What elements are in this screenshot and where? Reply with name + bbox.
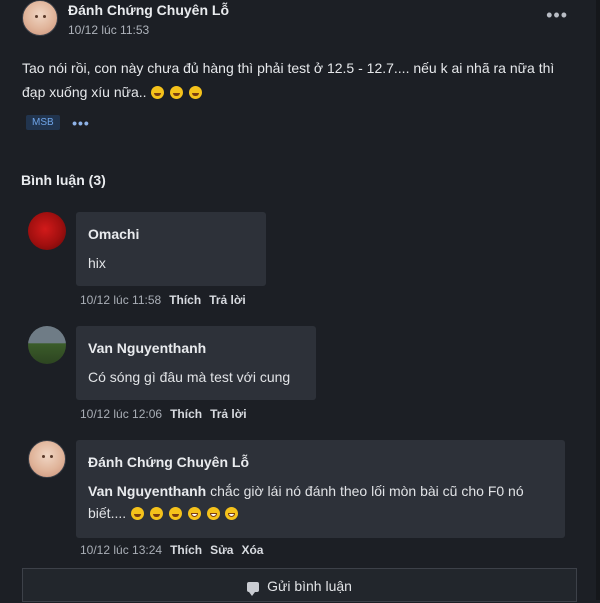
comment-meta: 10/12 lúc 12:06 Thích Trả lời bbox=[80, 407, 247, 421]
rofl-emoji-icon bbox=[151, 86, 165, 99]
edit-button[interactable]: Sửa bbox=[210, 543, 233, 557]
comment-text: Van Nguyenthanh chắc giờ lái nó đánh the… bbox=[88, 480, 553, 524]
commenter-name[interactable]: Van Nguyenthanh bbox=[88, 340, 304, 356]
more-options-icon[interactable]: ••• bbox=[546, 6, 568, 24]
rofl-emoji-icon bbox=[131, 507, 145, 520]
grin-emoji-icon bbox=[187, 507, 201, 520]
comments-heading: Bình luận (3) bbox=[21, 172, 106, 188]
author-avatar[interactable] bbox=[22, 0, 58, 36]
rofl-emoji-icon bbox=[168, 507, 182, 520]
like-button[interactable]: Thích bbox=[169, 293, 201, 307]
scrollbar[interactable] bbox=[596, 0, 600, 600]
comment-meta: 10/12 lúc 13:24 Thích Sửa Xóa bbox=[80, 543, 263, 557]
post-timestamp[interactable]: 10/12 lúc 11:53 bbox=[68, 23, 149, 37]
commenter-avatar[interactable] bbox=[28, 326, 66, 364]
rofl-emoji-icon bbox=[189, 86, 203, 99]
rofl-emoji-icon bbox=[170, 86, 184, 99]
send-comment-button[interactable]: Gửi bình luận bbox=[22, 568, 577, 602]
post-text: Tao nói rồi, con này chưa đủ hàng thì ph… bbox=[22, 60, 555, 100]
more-tags-icon[interactable]: ••• bbox=[72, 115, 90, 131]
send-comment-label: Gửi bình luận bbox=[267, 578, 352, 594]
grin-emoji-icon bbox=[225, 507, 239, 520]
stock-tag[interactable]: MSB bbox=[26, 115, 60, 131]
comment-bubble: Van Nguyenthanh Có sóng gì đâu mà test v… bbox=[76, 326, 316, 400]
rofl-emoji-icon bbox=[149, 507, 163, 520]
comment-timestamp[interactable]: 10/12 lúc 13:24 bbox=[80, 543, 162, 557]
comment-bubble: Đánh Chứng Chuyên Lỗ Van Nguyenthanh chắ… bbox=[76, 440, 565, 538]
reply-button[interactable]: Trả lời bbox=[209, 293, 246, 307]
commenter-avatar[interactable] bbox=[28, 212, 66, 250]
mention-link[interactable]: Van Nguyenthanh bbox=[88, 483, 206, 499]
comment-text: hix bbox=[88, 255, 106, 271]
reply-button[interactable]: Trả lời bbox=[210, 407, 247, 421]
comment-timestamp[interactable]: 10/12 lúc 11:58 bbox=[80, 293, 161, 307]
post-header: Đánh Chứng Chuyên Lỗ 10/12 lúc 11:53 ••• bbox=[22, 0, 578, 42]
tag-row: MSB ••• bbox=[26, 114, 90, 132]
comment-meta: 10/12 lúc 11:58 Thích Trả lời bbox=[80, 293, 246, 307]
chat-bubble-icon bbox=[247, 582, 260, 596]
commenter-avatar[interactable] bbox=[28, 440, 66, 478]
comment-bubble: Omachi hix bbox=[76, 212, 266, 286]
post-author-name[interactable]: Đánh Chứng Chuyên Lỗ bbox=[68, 2, 229, 18]
like-button[interactable]: Thích bbox=[170, 543, 202, 557]
like-button[interactable]: Thích bbox=[170, 407, 202, 421]
commenter-name[interactable]: Omachi bbox=[88, 226, 254, 242]
commenter-name[interactable]: Đánh Chứng Chuyên Lỗ bbox=[88, 454, 553, 470]
grin-emoji-icon bbox=[206, 507, 220, 520]
comment-text: Có sóng gì đâu mà test với cung bbox=[88, 369, 291, 385]
delete-button[interactable]: Xóa bbox=[241, 543, 263, 557]
comment-timestamp[interactable]: 10/12 lúc 12:06 bbox=[80, 407, 162, 421]
post-content: Tao nói rồi, con này chưa đủ hàng thì ph… bbox=[22, 56, 567, 104]
